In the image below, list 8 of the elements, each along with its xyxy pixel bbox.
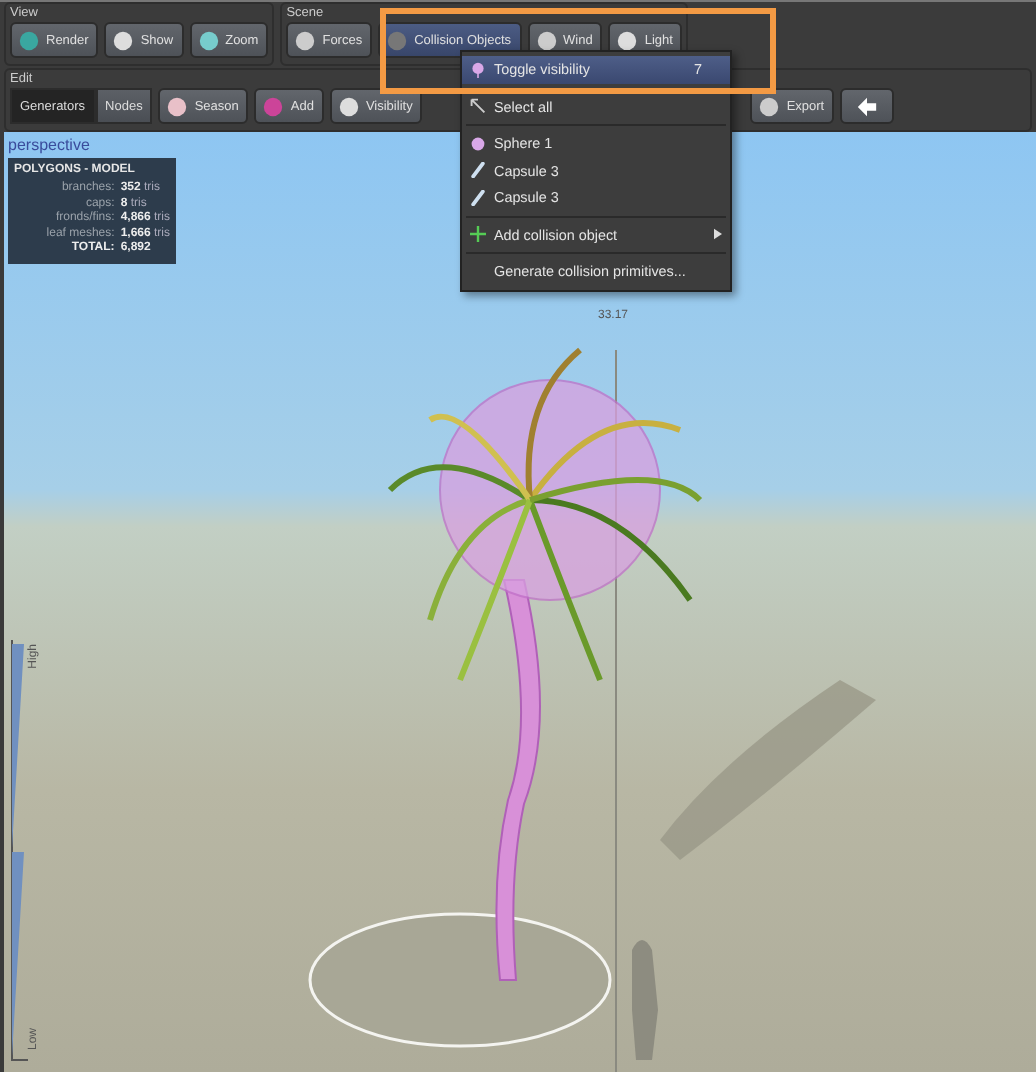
sphere-icon [386, 29, 409, 51]
cursor-icon [470, 98, 486, 115]
ball-icon [166, 95, 189, 117]
sphere-icon [470, 135, 486, 152]
pin-icon [470, 61, 486, 78]
arrow-left-icon [856, 95, 879, 117]
camera-label: perspective [8, 136, 90, 154]
back-button[interactable] [840, 88, 895, 124]
